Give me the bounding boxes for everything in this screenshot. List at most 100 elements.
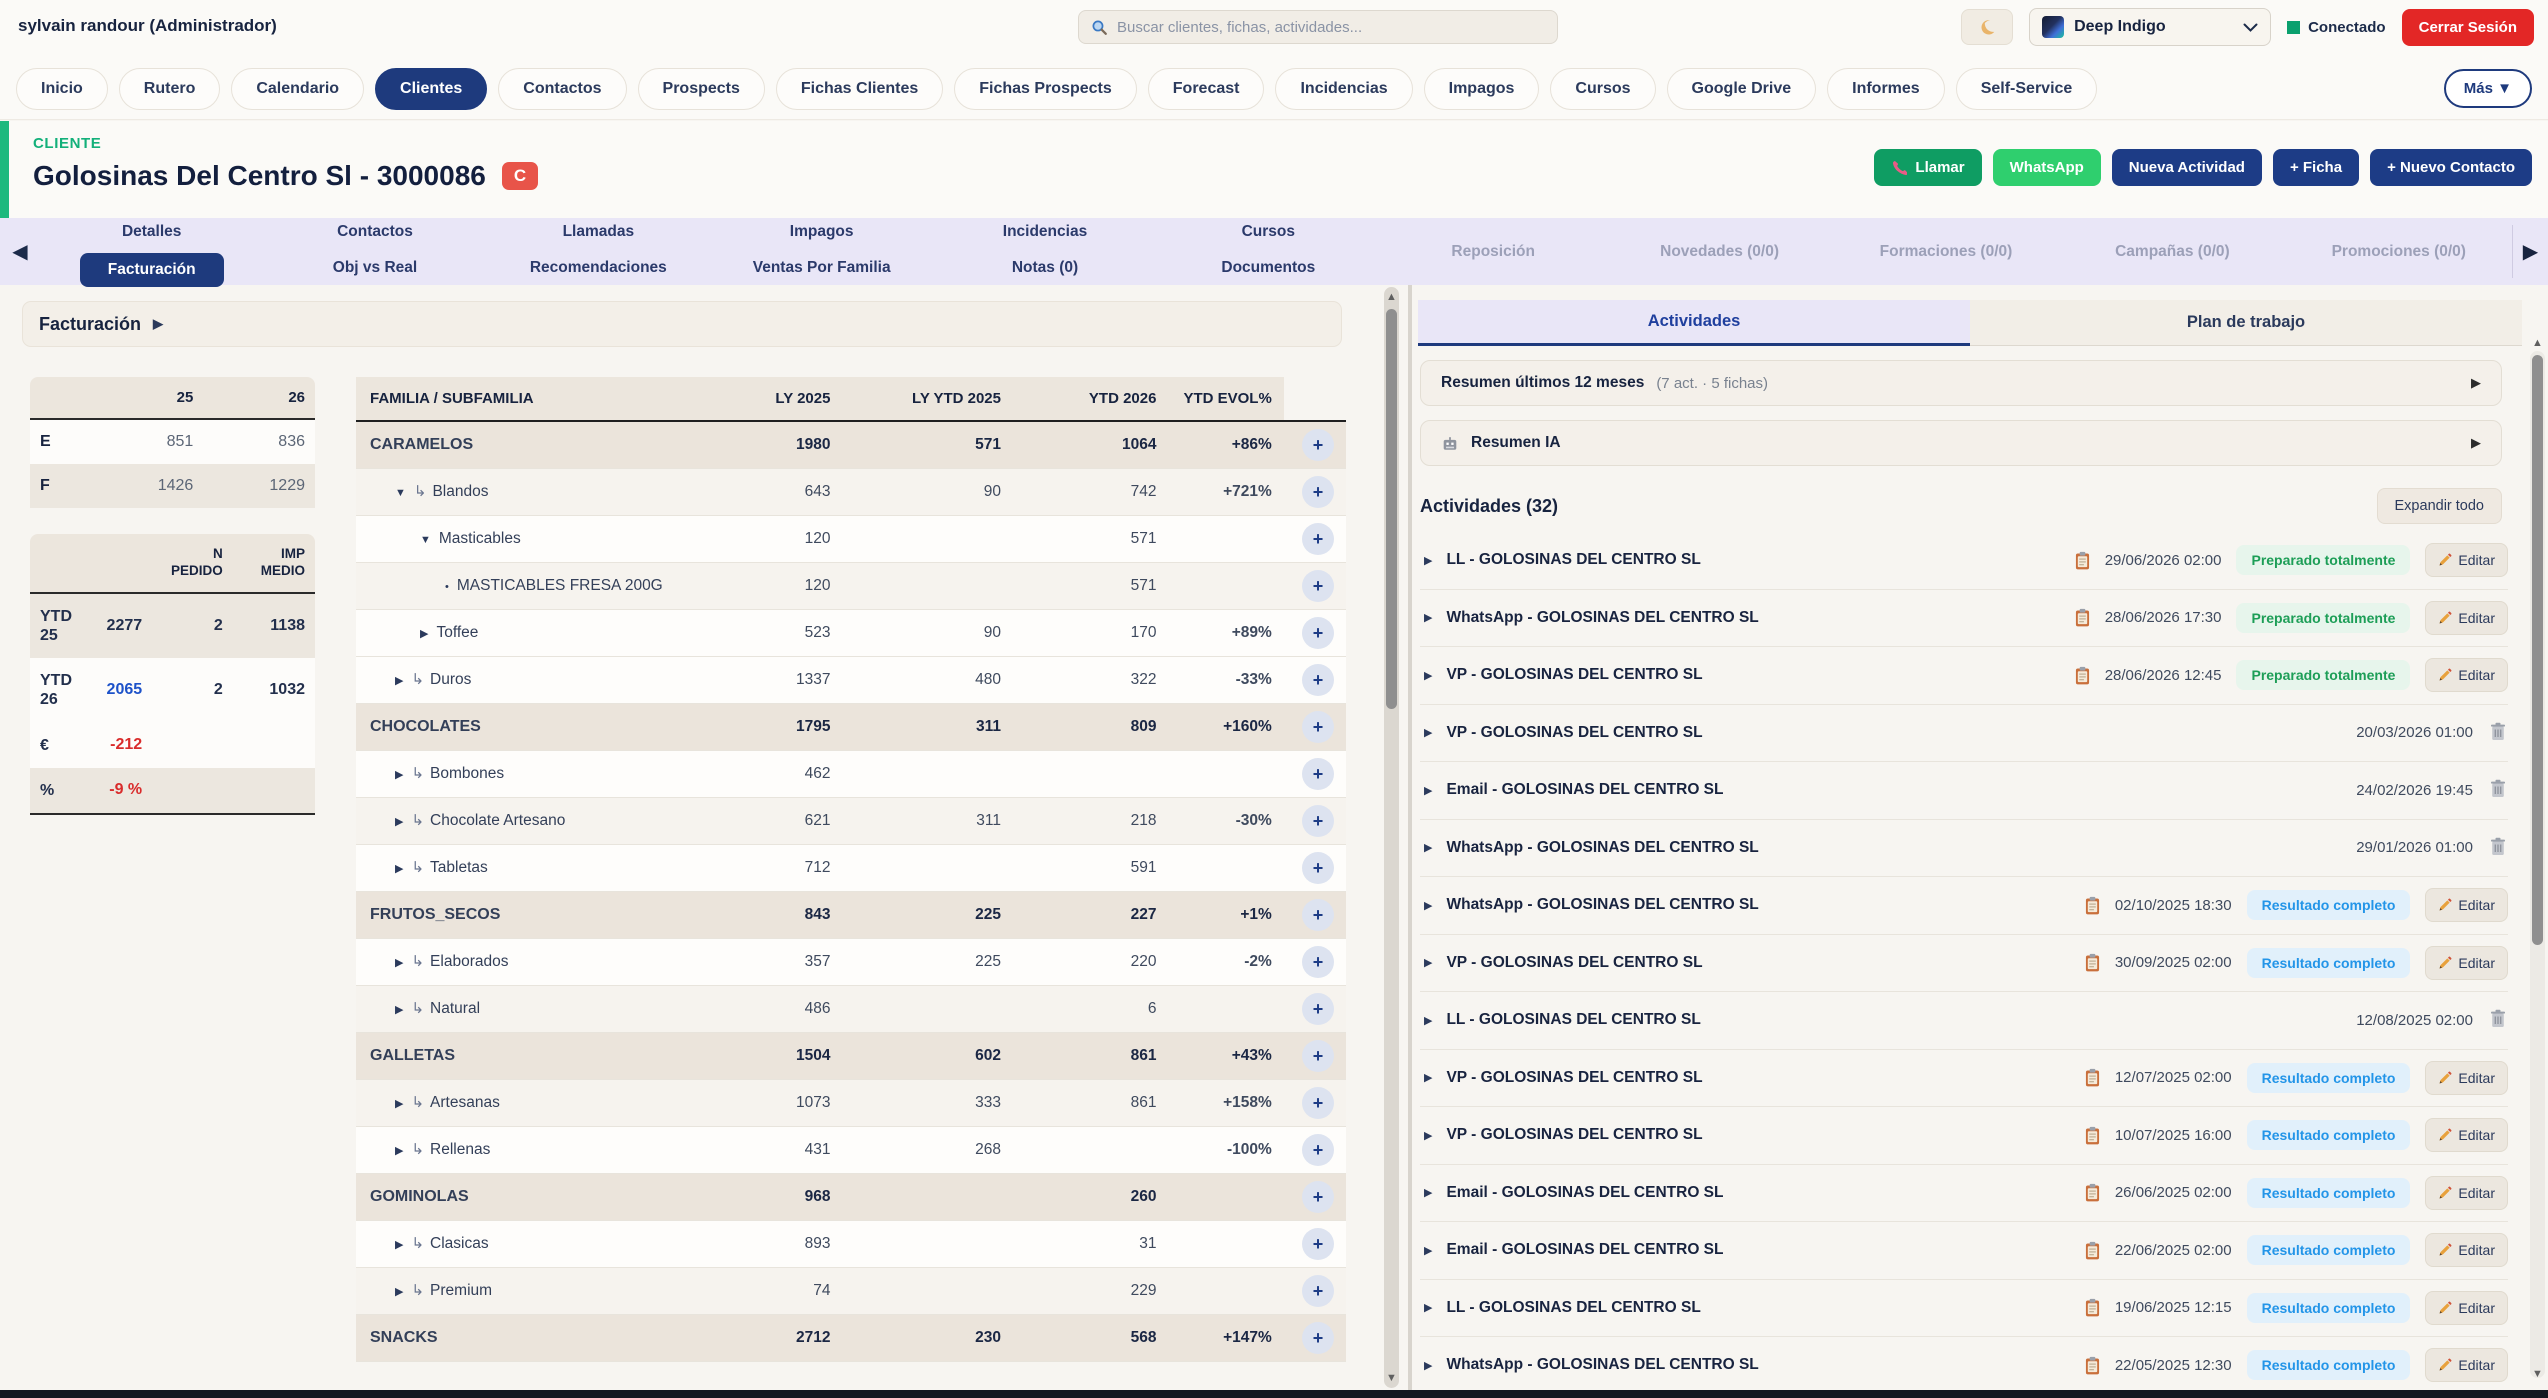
nav-tab-cursos[interactable]: Cursos [1550, 68, 1655, 110]
subnav-tab-facturaci-n[interactable]: Facturación [80, 253, 224, 287]
add-row-button[interactable]: + [1302, 758, 1334, 790]
subnav-tab-detalles[interactable]: Detalles [40, 217, 263, 247]
tab-actividades[interactable]: Actividades [1418, 300, 1970, 346]
add-row-button[interactable]: + [1302, 711, 1334, 743]
nav-tab-self-service[interactable]: Self-Service [1956, 68, 2098, 110]
nav-tab-incidencias[interactable]: Incidencias [1275, 68, 1412, 110]
subnav-tab-recomendaciones[interactable]: Recomendaciones [487, 253, 710, 287]
row-expand-caret-icon[interactable]: • [445, 581, 449, 593]
add-row-button[interactable]: + [1302, 476, 1334, 508]
add-row-button[interactable]: + [1302, 993, 1334, 1025]
nav-tab-contactos[interactable]: Contactos [498, 68, 626, 110]
activity-expand-caret-icon[interactable]: ▶ [1424, 1186, 1432, 1199]
scroll-up-icon[interactable]: ▲ [2530, 337, 2545, 349]
call-button[interactable]: Llamar [1874, 149, 1981, 186]
activity-expand-caret-icon[interactable]: ▶ [1424, 554, 1432, 567]
nav-tab-calendario[interactable]: Calendario [231, 68, 364, 110]
row-expand-caret-icon[interactable]: ▶ [395, 1286, 403, 1298]
subnav-tab-documentos[interactable]: Documentos [1157, 253, 1380, 287]
add-row-button[interactable]: + [1302, 429, 1334, 461]
subnav-tab-llamadas[interactable]: Llamadas [487, 217, 710, 247]
subnav-tab-impagos[interactable]: Impagos [710, 217, 933, 247]
add-row-button[interactable]: + [1302, 1275, 1334, 1307]
add-row-button[interactable]: + [1302, 1040, 1334, 1072]
row-expand-caret-icon[interactable]: ▶ [395, 1145, 403, 1157]
logout-button[interactable]: Cerrar Sesión [2402, 9, 2534, 46]
expand-all-button[interactable]: Expandir todo [2377, 488, 2502, 524]
nav-tab-prospects[interactable]: Prospects [638, 68, 765, 110]
add-row-button[interactable]: + [1302, 664, 1334, 696]
nav-tab-impagos[interactable]: Impagos [1424, 68, 1540, 110]
tab-plan-de-trabajo[interactable]: Plan de trabajo [1970, 300, 2522, 346]
edit-activity-button[interactable]: Editar [2425, 888, 2508, 922]
activity-expand-caret-icon[interactable]: ▶ [1424, 899, 1432, 912]
subnav-tab-contactos[interactable]: Contactos [263, 217, 486, 247]
row-expand-caret-icon[interactable]: ▶ [395, 769, 403, 781]
subnav-tab-incidencias[interactable]: Incidencias [933, 217, 1156, 247]
edit-activity-button[interactable]: Editar [2425, 601, 2508, 635]
edit-activity-button[interactable]: Editar [2425, 1176, 2508, 1210]
scrollbar-thumb[interactable] [1386, 309, 1397, 709]
subnav-tab-campa-as-0-0[interactable]: Campañas (0/0) [2059, 243, 2285, 261]
subnav-tab-novedades-0-0[interactable]: Novedades (0/0) [1606, 243, 1832, 261]
nav-tab-inicio[interactable]: Inicio [16, 68, 108, 110]
global-search[interactable] [1078, 10, 1558, 44]
edit-activity-button[interactable]: Editar [2425, 1061, 2508, 1095]
delete-activity-button[interactable] [2488, 777, 2508, 803]
new-activity-button[interactable]: Nueva Actividad [2112, 149, 2262, 186]
nav-tab-clientes[interactable]: Clientes [375, 68, 487, 110]
subnav-tab-obj-vs-real[interactable]: Obj vs Real [263, 253, 486, 287]
delete-activity-button[interactable] [2488, 1007, 2508, 1033]
add-row-button[interactable]: + [1302, 617, 1334, 649]
add-ficha-button[interactable]: + Ficha [2273, 149, 2359, 186]
add-row-button[interactable]: + [1302, 899, 1334, 931]
scrollbar-thumb[interactable] [2532, 355, 2543, 945]
activity-expand-caret-icon[interactable]: ▶ [1424, 1359, 1432, 1372]
subnav-tab-promociones-0-0[interactable]: Promociones (0/0) [2286, 243, 2512, 261]
delete-activity-button[interactable] [2488, 835, 2508, 861]
row-expand-caret-icon[interactable]: ▼ [420, 534, 431, 546]
activity-expand-caret-icon[interactable]: ▶ [1424, 1129, 1432, 1142]
search-input[interactable] [1117, 19, 1545, 36]
activity-expand-caret-icon[interactable]: ▶ [1424, 726, 1432, 739]
add-row-button[interactable]: + [1302, 852, 1334, 884]
edit-activity-button[interactable]: Editar [2425, 1233, 2508, 1267]
dark-mode-toggle[interactable] [1961, 9, 2013, 45]
scroll-down-icon[interactable]: ▼ [2530, 1368, 2545, 1380]
subnav-tab-reposici-n[interactable]: Reposición [1380, 243, 1606, 261]
nav-tab-fichas-prospects[interactable]: Fichas Prospects [954, 68, 1137, 110]
summary-ia-card[interactable]: Resumen IA ▶ [1420, 420, 2502, 466]
subnav-scroll-left-icon[interactable]: ◀ [0, 239, 40, 264]
add-row-button[interactable]: + [1302, 570, 1334, 602]
theme-selector[interactable]: Deep Indigo [2029, 8, 2271, 46]
right-panel-scrollbar[interactable]: ▲ ▼ [2530, 351, 2545, 1378]
add-row-button[interactable]: + [1302, 523, 1334, 555]
subnav-scroll-right-icon[interactable]: ▶ [2512, 225, 2548, 278]
more-menu-button[interactable]: Más ▼ [2444, 69, 2532, 108]
scroll-up-icon[interactable]: ▲ [1384, 291, 1399, 303]
summary-12-months-card[interactable]: Resumen últimos 12 meses (7 act. · 5 fic… [1420, 360, 2502, 406]
nav-tab-informes[interactable]: Informes [1827, 68, 1945, 110]
facturacion-section-header[interactable]: Facturación ▶ [22, 301, 1342, 347]
activity-expand-caret-icon[interactable]: ▶ [1424, 1301, 1432, 1314]
subnav-tab-formaciones-0-0[interactable]: Formaciones (0/0) [1833, 243, 2059, 261]
edit-activity-button[interactable]: Editar [2425, 1291, 2508, 1325]
add-row-button[interactable]: + [1302, 805, 1334, 837]
activity-expand-caret-icon[interactable]: ▶ [1424, 1071, 1432, 1084]
activity-expand-caret-icon[interactable]: ▶ [1424, 669, 1432, 682]
edit-activity-button[interactable]: Editar [2425, 1348, 2508, 1382]
activity-expand-caret-icon[interactable]: ▶ [1424, 1244, 1432, 1257]
scroll-down-icon[interactable]: ▼ [1384, 1372, 1399, 1384]
edit-activity-button[interactable]: Editar [2425, 658, 2508, 692]
activity-expand-caret-icon[interactable]: ▶ [1424, 841, 1432, 854]
add-row-button[interactable]: + [1302, 1087, 1334, 1119]
left-panel-scrollbar[interactable]: ▲ ▼ [1384, 287, 1399, 1388]
row-expand-caret-icon[interactable]: ▶ [395, 863, 403, 875]
add-row-button[interactable]: + [1302, 1322, 1334, 1354]
edit-activity-button[interactable]: Editar [2425, 1118, 2508, 1152]
row-expand-caret-icon[interactable]: ▶ [395, 816, 403, 828]
row-expand-caret-icon[interactable]: ▶ [420, 628, 428, 640]
nav-tab-fichas-clientes[interactable]: Fichas Clientes [776, 68, 943, 110]
row-expand-caret-icon[interactable]: ▶ [395, 675, 403, 687]
subnav-tab-notas-0[interactable]: Notas (0) [933, 253, 1156, 287]
